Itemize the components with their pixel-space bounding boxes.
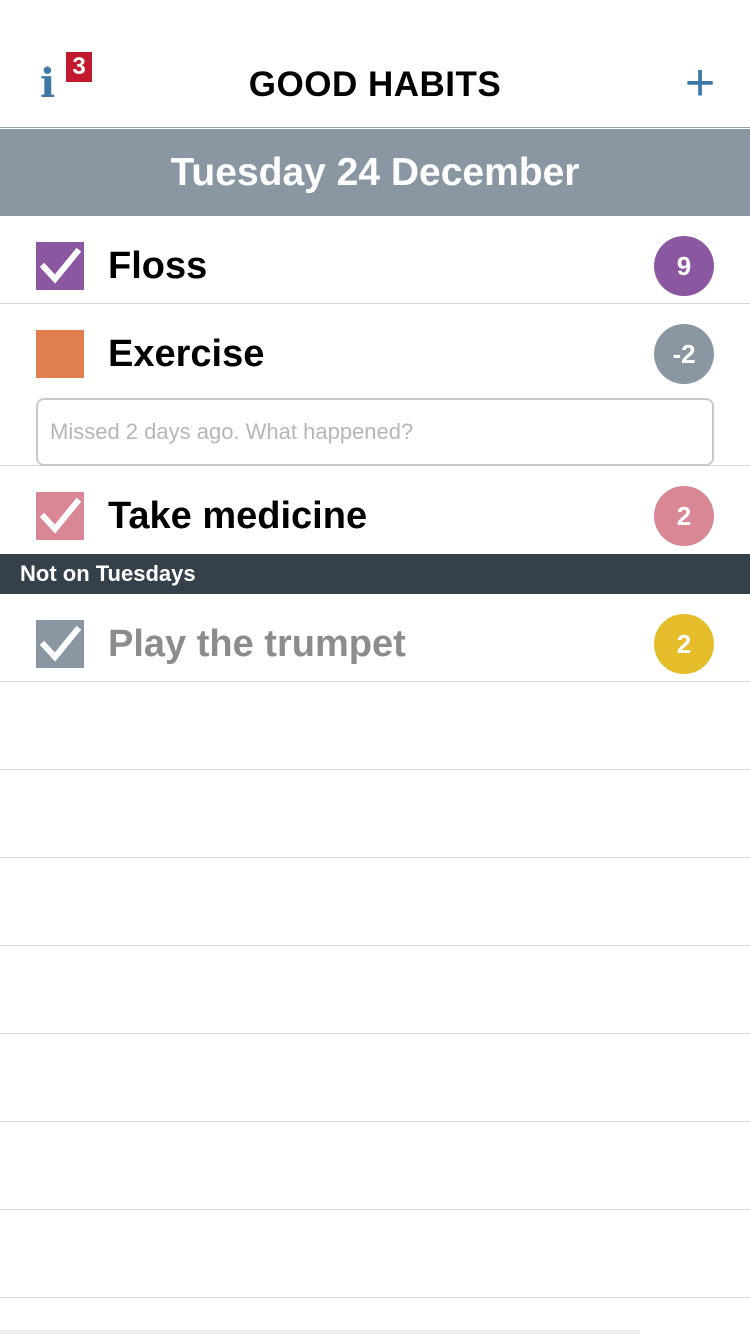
habit-row-take-medicine[interactable]: Take medicine 2 (0, 466, 750, 554)
streak-count: 9 (654, 236, 714, 296)
habit-checkbox[interactable] (36, 492, 84, 540)
unchecked-box-icon (36, 330, 84, 378)
streak-count: -2 (654, 324, 714, 384)
habit-label: Exercise (108, 333, 265, 375)
streak-count: 2 (654, 614, 714, 674)
checkmark-icon (36, 492, 84, 540)
bottom-edge (0, 1330, 640, 1334)
habit-label: Floss (108, 245, 208, 287)
navigation-bar: i 3 GOOD HABITS + (0, 0, 750, 128)
habit-row-play-the-trumpet[interactable]: Play the trumpet 2 (0, 594, 750, 682)
checkmark-icon (36, 242, 84, 290)
streak-count: 2 (654, 486, 714, 546)
empty-row (0, 946, 750, 1034)
missed-note-input[interactable] (36, 398, 714, 466)
date-header: Tuesday 24 December (0, 129, 750, 216)
add-habit-button[interactable]: + (678, 57, 722, 109)
empty-row (0, 1122, 750, 1210)
empty-row (0, 858, 750, 946)
habit-row-floss[interactable]: Floss 9 (0, 216, 750, 304)
section-header: Not on Tuesdays (0, 554, 750, 594)
empty-row (0, 1210, 750, 1298)
empty-row (0, 1034, 750, 1122)
habit-row-exercise[interactable]: Exercise -2 (0, 304, 750, 466)
checkmark-icon (36, 620, 84, 668)
page-title: GOOD HABITS (248, 65, 502, 104)
habit-checkbox[interactable] (36, 620, 84, 668)
empty-row (0, 682, 750, 770)
empty-row (0, 770, 750, 858)
habit-checkbox[interactable] (36, 330, 84, 378)
habit-checkbox[interactable] (36, 242, 84, 290)
habit-label: Take medicine (108, 495, 368, 537)
habit-label: Play the trumpet (108, 623, 406, 665)
